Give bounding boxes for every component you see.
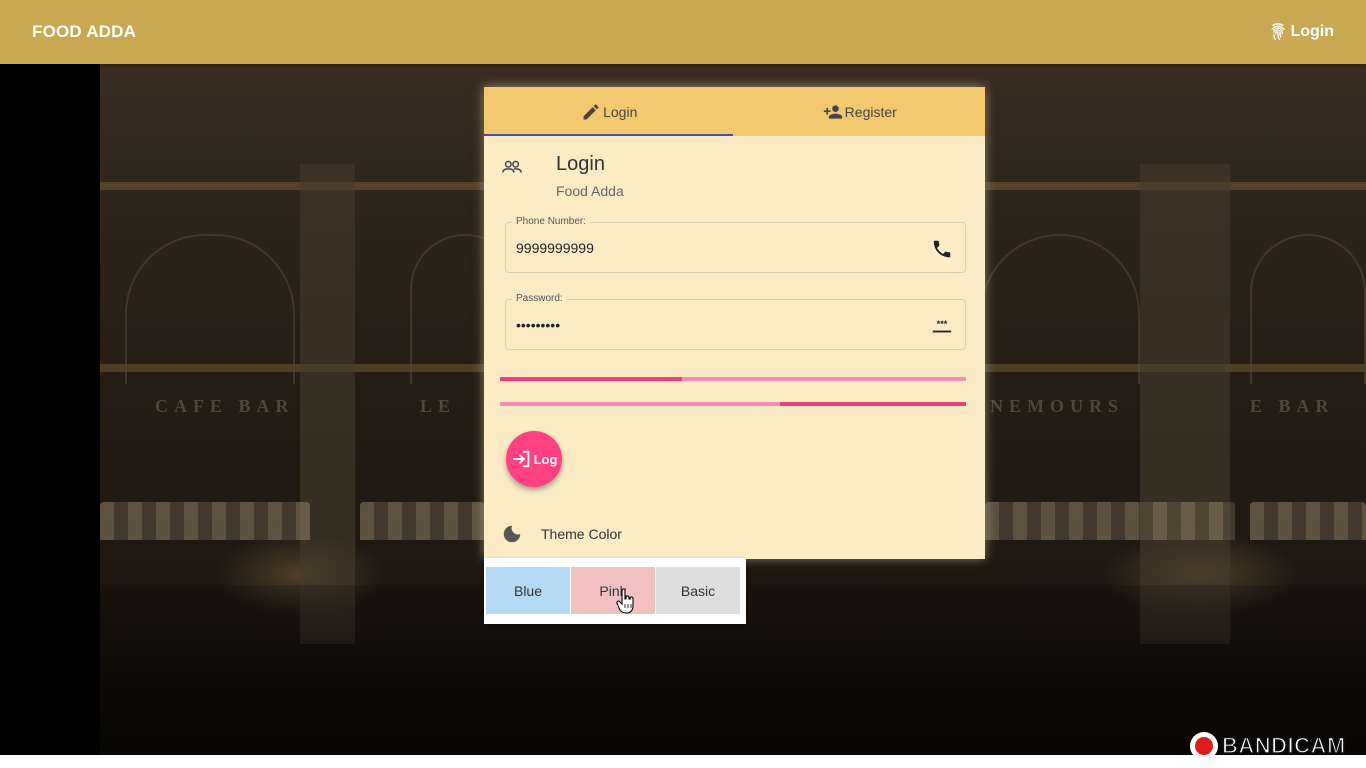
- record-icon: [1190, 732, 1218, 760]
- cafe-sign: NEMOURS: [990, 396, 1125, 416]
- login-card: Login Register Login Food Adda Phone Num…: [484, 87, 985, 559]
- progress-bar-1: [500, 377, 966, 381]
- tab-register[interactable]: Register: [735, 87, 986, 136]
- phone-field[interactable]: Phone Number:: [505, 216, 966, 273]
- password-field[interactable]: Password: ***: [505, 293, 966, 350]
- login-button-label: Log: [533, 451, 558, 467]
- progress-bar-2: [500, 402, 966, 406]
- tab-login-label: Login: [603, 103, 638, 120]
- bandicam-watermark: BANDICAM: [1190, 731, 1346, 761]
- pencil-icon: [583, 103, 599, 119]
- theme-color-row[interactable]: Theme Color: [501, 523, 622, 545]
- brand-title: FOOD ADDA: [32, 22, 137, 41]
- hand-cursor-icon: [616, 588, 634, 614]
- people-icon: [502, 160, 522, 173]
- person-add-icon: [823, 104, 842, 119]
- watermark-text: BANDICAM: [1221, 732, 1346, 759]
- login-icon: [512, 450, 529, 468]
- tab-login[interactable]: Login: [484, 87, 735, 136]
- theme-pink-button[interactable]: Pink: [571, 567, 655, 614]
- theme-color-label: Theme Color: [541, 526, 622, 542]
- top-login-button[interactable]: Login: [1268, 22, 1334, 42]
- top-app-bar: FOOD ADDA Login: [0, 0, 1366, 64]
- phone-label: Phone Number:: [512, 216, 591, 227]
- fingerprint-icon: [1271, 23, 1285, 41]
- cafe-sign: LE: [420, 396, 457, 416]
- progress-fill-1: [500, 377, 682, 381]
- svg-text:***: ***: [937, 319, 948, 329]
- progress-fill-2: [779, 402, 966, 406]
- theme-toggle-group: Blue Pink Basic: [484, 558, 746, 624]
- password-label: Password:: [512, 293, 567, 304]
- top-login-label: Login: [1290, 23, 1334, 40]
- password-icon: ***: [932, 319, 952, 333]
- card-header: Login Food Adda: [484, 136, 985, 210]
- cafe-sign: E BAR: [1250, 396, 1335, 416]
- tab-register-label: Register: [844, 103, 897, 120]
- phone-input[interactable]: [516, 240, 916, 256]
- password-input[interactable]: [516, 317, 916, 333]
- theme-basic-button[interactable]: Basic: [656, 567, 740, 614]
- theme-blue-button[interactable]: Blue: [486, 567, 570, 614]
- cafe-sign: CAFE BAR: [155, 396, 295, 416]
- card-title: Login: [556, 153, 605, 175]
- phone-icon: [933, 240, 951, 258]
- login-submit-button[interactable]: Log: [506, 431, 562, 487]
- card-subtitle: Food Adda: [556, 183, 624, 199]
- auth-tabs: Login Register: [484, 87, 985, 136]
- moon-icon: [503, 525, 521, 543]
